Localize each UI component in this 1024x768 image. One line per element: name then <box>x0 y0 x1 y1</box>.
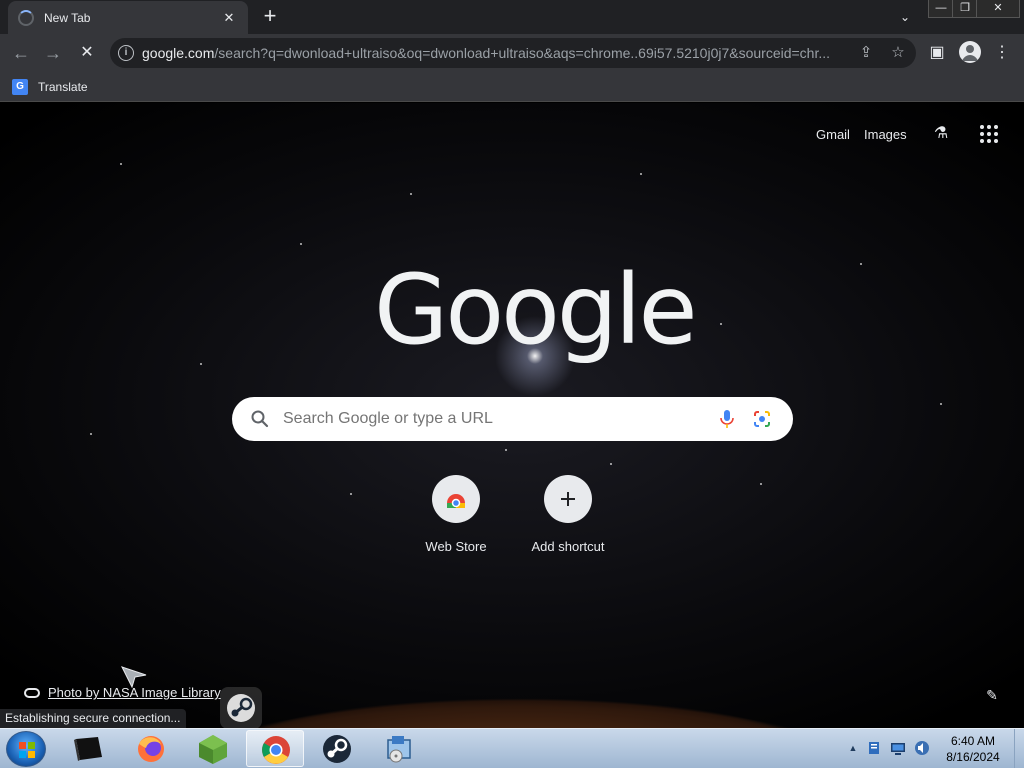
terminal-app[interactable] <box>60 730 118 767</box>
side-panel-icon[interactable]: ▣ <box>924 40 950 66</box>
bookmarks-bar: G Translate <box>0 72 1024 102</box>
url-path: /search?q=dwonload+ultraiso&oq=dwonload+… <box>214 45 831 61</box>
steam-app[interactable] <box>308 730 366 767</box>
clock-date: 8/16/2024 <box>946 750 1000 764</box>
star <box>760 483 762 485</box>
shortcut-web-store[interactable]: Web Store <box>408 475 504 559</box>
bookmark-translate[interactable]: G Translate <box>12 76 88 98</box>
minecraft-app[interactable] <box>184 730 242 767</box>
network-icon[interactable] <box>890 740 906 756</box>
labs-flask-icon[interactable]: ⚗ <box>930 123 952 145</box>
ntp-search-input[interactable] <box>283 410 703 428</box>
status-bubble: Establishing secure connection... <box>0 709 187 728</box>
google-logo: Google <box>374 254 698 366</box>
star <box>505 449 507 451</box>
site-info-icon[interactable]: i <box>118 45 134 61</box>
star <box>300 243 302 245</box>
chrome-app[interactable] <box>246 730 304 767</box>
forward-button[interactable]: → <box>40 40 66 66</box>
share-icon[interactable]: ⇪ <box>856 43 876 63</box>
ntp-search-box[interactable] <box>232 397 793 441</box>
volume-icon[interactable] <box>914 740 930 756</box>
bookmark-star-icon[interactable]: ☆ <box>888 43 908 63</box>
shortcut-label: Web Store <box>425 539 487 554</box>
plus-icon <box>544 475 592 523</box>
profile-avatar-icon[interactable] <box>959 41 981 63</box>
tray-doc-icon[interactable] <box>866 740 882 756</box>
system-clock[interactable]: 6:40 AM 8/16/2024 <box>936 733 1010 765</box>
tray-chevron-icon[interactable]: ▲ <box>845 740 861 756</box>
search-icon <box>251 410 269 428</box>
tab-new-tab[interactable]: New Tab ✕ <box>8 1 248 34</box>
new-tab-page: Gmail Images ⚗ Google Web Store Add shor… <box>0 103 1024 728</box>
minimize-button[interactable]: — <box>928 0 954 18</box>
star <box>350 493 352 495</box>
bookmark-label: Translate <box>38 80 88 94</box>
customize-pencil-icon[interactable]: ✎ <box>983 686 1001 704</box>
start-button[interactable] <box>6 731 46 767</box>
star <box>120 163 122 165</box>
steam-floating-icon[interactable] <box>220 687 262 728</box>
close-tab-button[interactable]: ✕ <box>220 10 238 26</box>
screen: New Tab ✕ + ⌄ — ❐ ✕ ← → ✕ i google.com/s… <box>0 0 1024 768</box>
clock-time: 6:40 AM <box>950 734 996 748</box>
shortcut-label: Add shortcut <box>531 539 605 554</box>
star <box>410 193 412 195</box>
address-bar[interactable]: i google.com/search?q=dwonload+ultraiso&… <box>110 38 916 68</box>
chrome-menu-icon[interactable]: ⋮ <box>989 40 1015 66</box>
installer-app[interactable] <box>370 730 428 767</box>
new-tab-button[interactable]: + <box>258 4 282 28</box>
stop-loading-button[interactable]: ✕ <box>74 40 100 66</box>
images-link[interactable]: Images <box>864 127 907 142</box>
tab-title: New Tab <box>44 10 91 25</box>
photo-credit-link[interactable]: Photo by NASA Image Library <box>48 685 221 700</box>
google-apps-icon[interactable] <box>980 125 998 143</box>
taskbar: ▲ 6:40 AM 8/16/2024 <box>0 728 1024 768</box>
restore-button[interactable]: ❐ <box>952 0 978 18</box>
star <box>200 363 202 365</box>
show-desktop-button[interactable] <box>1014 729 1024 768</box>
link-icon <box>24 687 40 698</box>
toolbar: ← → ✕ i google.com/search?q=dwonload+ult… <box>0 34 1024 72</box>
firefox-app[interactable] <box>122 730 180 767</box>
back-button[interactable]: ← <box>8 40 34 66</box>
loading-spinner-icon <box>18 9 34 26</box>
star <box>720 323 722 325</box>
close-window-button[interactable]: ✕ <box>976 0 1020 18</box>
star <box>860 263 862 265</box>
tab-strip: New Tab ✕ + ⌄ — ❐ ✕ <box>0 0 1024 34</box>
gmail-link[interactable]: Gmail <box>816 127 850 142</box>
star <box>640 173 642 175</box>
shortcut-add[interactable]: Add shortcut <box>520 475 616 559</box>
google-lens-icon[interactable] <box>752 409 772 429</box>
web-store-icon <box>432 475 480 523</box>
url-host: google.com <box>142 45 215 61</box>
microphone-icon[interactable] <box>718 409 736 429</box>
tab-search-button[interactable]: ⌄ <box>894 6 916 28</box>
url-text[interactable]: google.com/search?q=dwonload+ultraiso&oq… <box>142 45 847 61</box>
star <box>90 433 92 435</box>
photo-credit[interactable]: Photo by NASA Image Library <box>24 685 221 700</box>
star <box>940 403 942 405</box>
star <box>610 463 612 465</box>
translate-icon: G <box>12 79 28 95</box>
